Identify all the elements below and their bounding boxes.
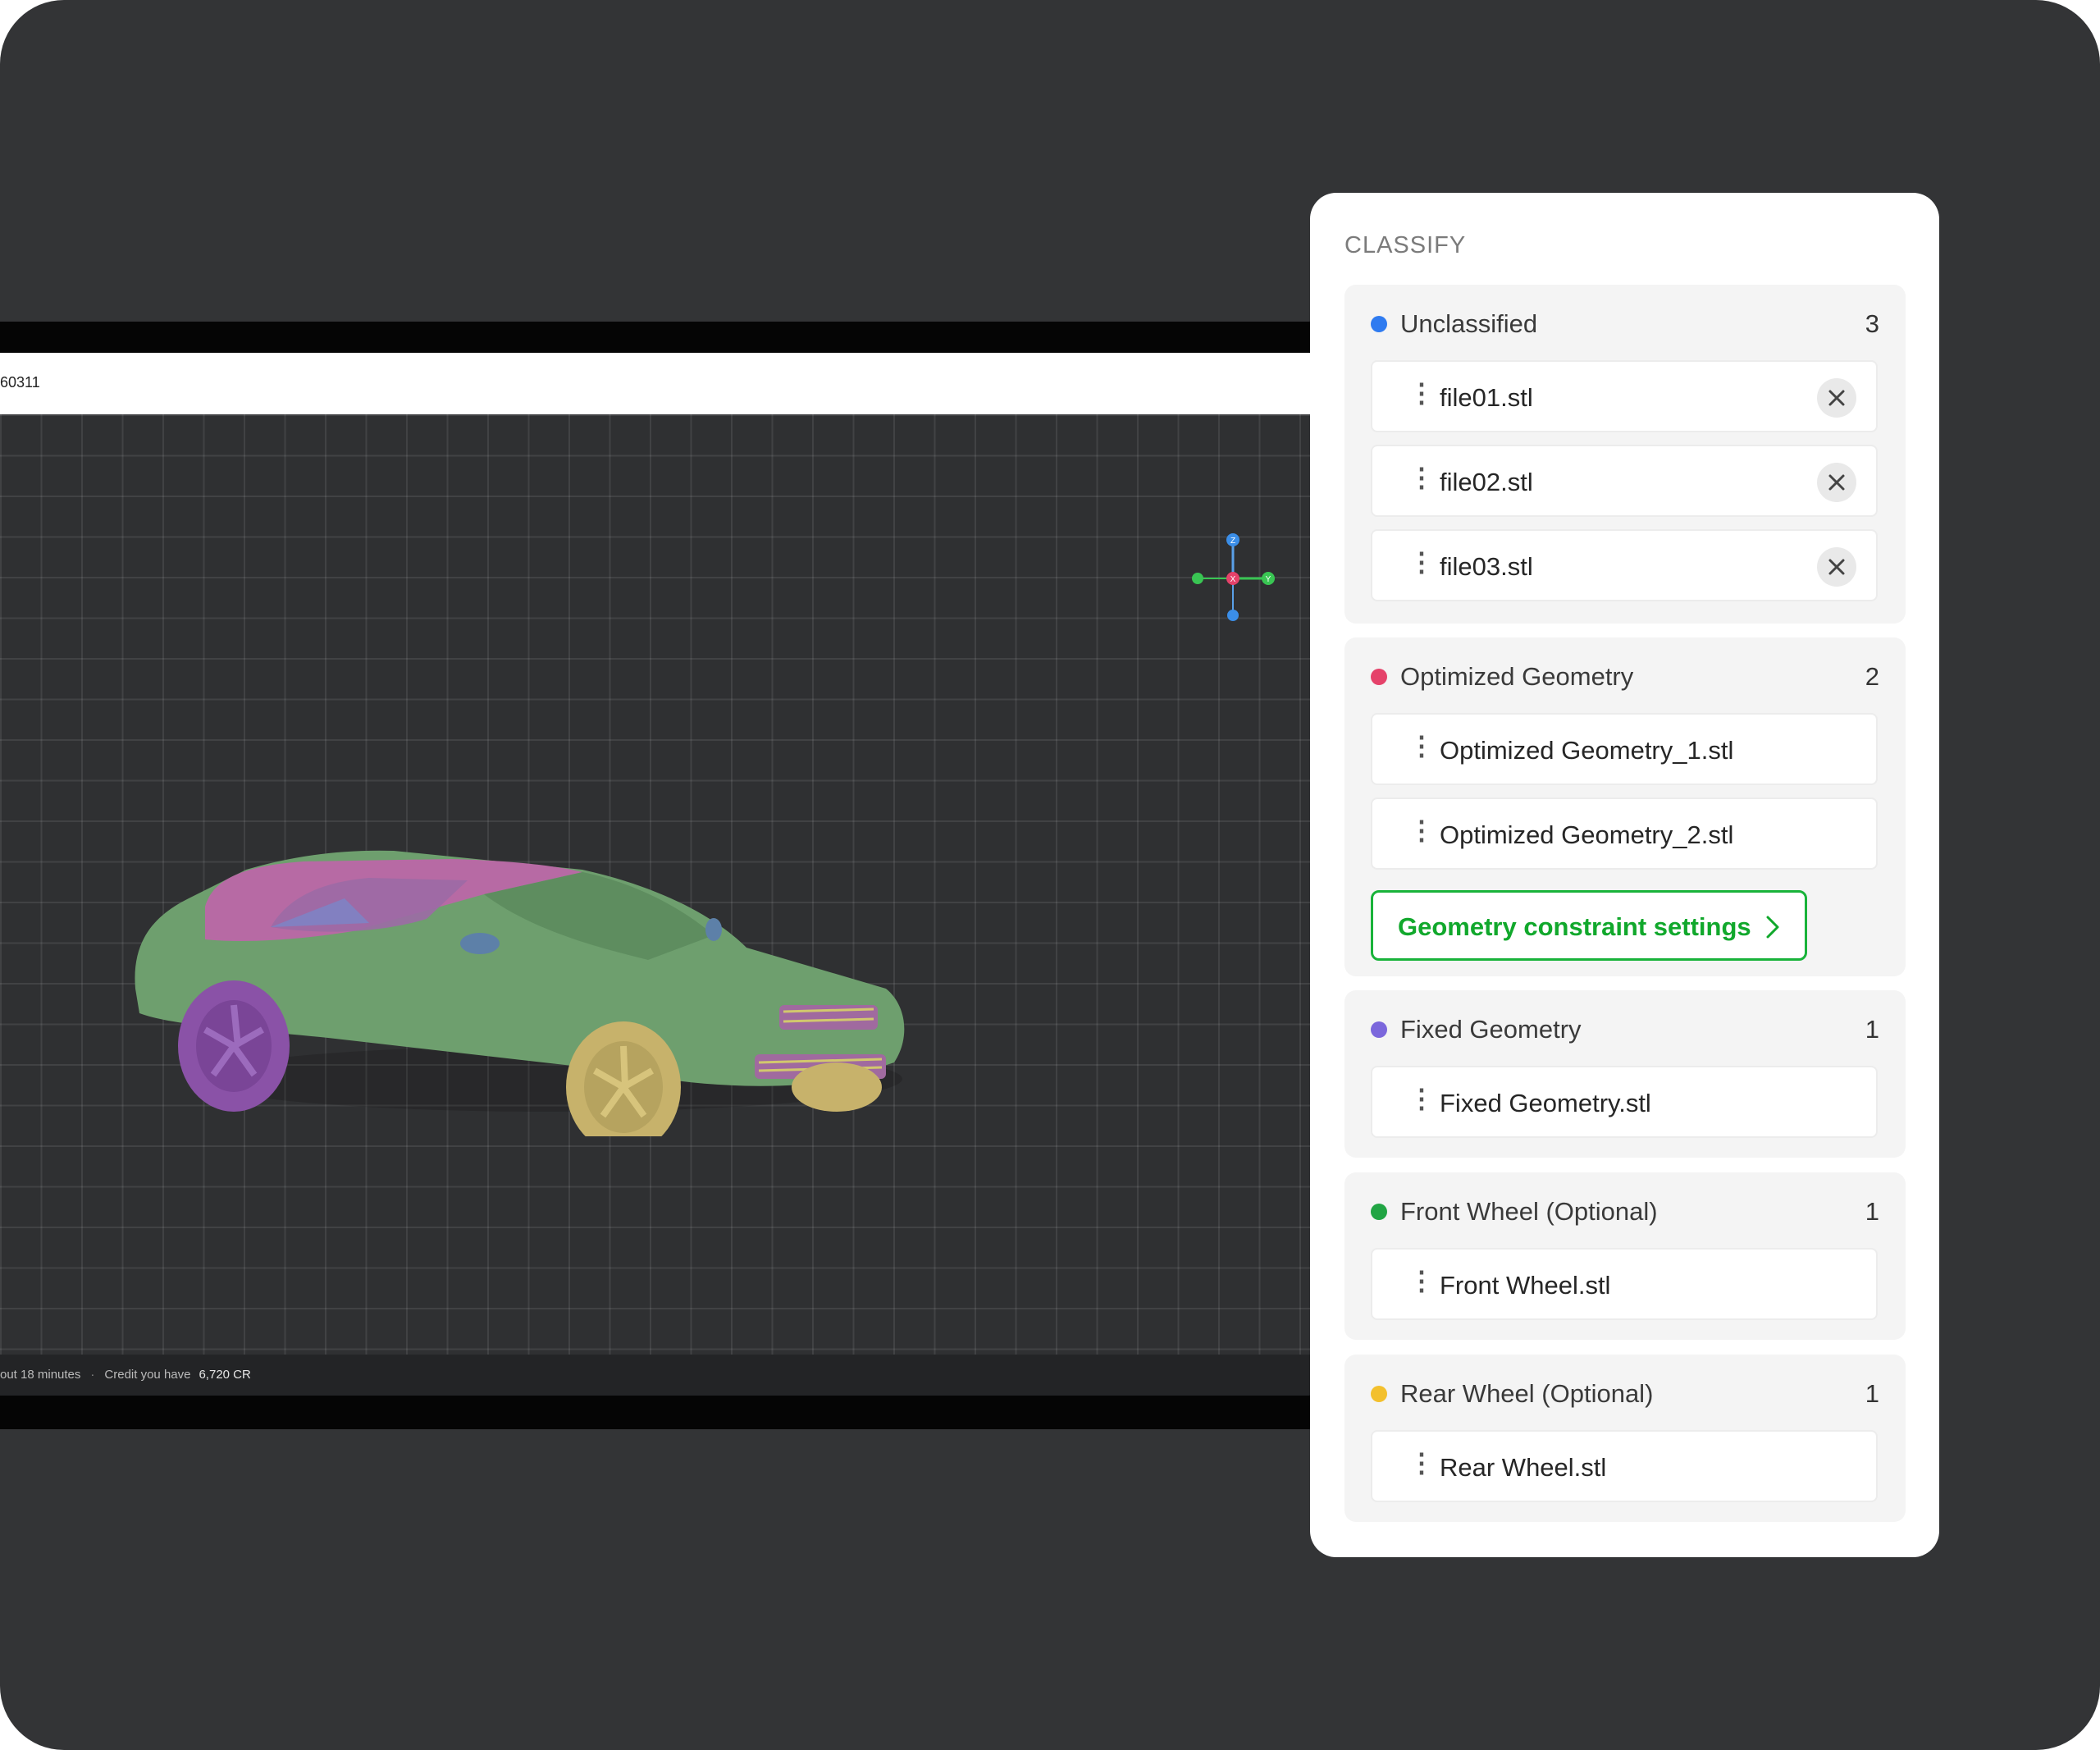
file-name: Front Wheel.stl xyxy=(1440,1271,1611,1300)
file-item[interactable]: ⋮ Optimized Geometry_1.stl xyxy=(1371,713,1878,785)
axis-x-label: X xyxy=(1230,575,1236,584)
geometry-constraint-settings-button[interactable]: Geometry constraint settings xyxy=(1371,890,1807,961)
viewer-statusbar: out 18 minutes · Credit you have 6,720 CR xyxy=(0,1355,1310,1396)
vertical-ellipsis-icon[interactable]: ⋮ xyxy=(1408,1268,1435,1294)
group-name: Fixed Geometry xyxy=(1400,1015,1582,1044)
letterbox-bottom xyxy=(0,1396,1310,1429)
group-rear-wheel: Rear Wheel (Optional) 1 ⋮ Rear Wheel.stl xyxy=(1344,1355,1906,1522)
viewer-topbar: 60311 xyxy=(0,353,1310,414)
chevron-right-icon xyxy=(1766,916,1779,939)
viewer-screenshot: 60311 Z X Y out 18 minutes · Credit you … xyxy=(0,322,1310,1429)
letterbox-top xyxy=(0,322,1310,353)
group-name: Optimized Geometry xyxy=(1400,662,1634,691)
axis-z-label: Z xyxy=(1230,537,1235,546)
group-name: Unclassified xyxy=(1400,309,1538,338)
group-header: Unclassified 3 xyxy=(1371,306,1879,342)
file-item[interactable]: ⋮ Rear Wheel.stl xyxy=(1371,1430,1878,1502)
group-optimized-geometry: Optimized Geometry 2 ⋮ Optimized Geometr… xyxy=(1344,637,1906,976)
status-dot xyxy=(1371,1021,1387,1038)
file-name: file03.stl xyxy=(1440,552,1533,581)
file-item[interactable]: ⋮ file03.stl xyxy=(1371,529,1878,601)
file-name: Fixed Geometry.stl xyxy=(1440,1089,1651,1117)
file-name: file02.stl xyxy=(1440,468,1533,496)
button-label: Geometry constraint settings xyxy=(1398,912,1751,941)
classify-panel: CLASSIFY Unclassified 3 ⋮ file01.stl ⋮ f… xyxy=(1310,193,1939,1557)
group-header: Optimized Geometry 2 xyxy=(1371,659,1879,695)
vertical-ellipsis-icon[interactable]: ⋮ xyxy=(1408,464,1435,491)
file-name: Rear Wheel.stl xyxy=(1440,1453,1607,1482)
file-item[interactable]: ⋮ Front Wheel.stl xyxy=(1371,1248,1878,1320)
group-unclassified: Unclassified 3 ⋮ file01.stl ⋮ file02.stl… xyxy=(1344,285,1906,624)
axis-gizmo[interactable]: Z X Y xyxy=(1188,533,1278,624)
axis-z-neg-handle xyxy=(1227,610,1239,621)
group-count: 3 xyxy=(1865,309,1879,338)
group-count: 2 xyxy=(1865,662,1879,691)
file-name: Optimized Geometry_1.stl xyxy=(1440,736,1734,765)
vertical-ellipsis-icon[interactable]: ⋮ xyxy=(1408,380,1435,406)
vertical-ellipsis-icon[interactable]: ⋮ xyxy=(1408,549,1435,575)
axis-y-label: Y xyxy=(1266,575,1271,584)
vertical-ellipsis-icon[interactable]: ⋮ xyxy=(1408,817,1435,843)
group-fixed-geometry: Fixed Geometry 1 ⋮ Fixed Geometry.stl xyxy=(1344,990,1906,1158)
background-frame: 60311 Z X Y out 18 minutes · Credit you … xyxy=(0,0,2100,1750)
status-text: out 18 minutes · Credit you have 6,720 CR xyxy=(0,1368,251,1382)
credit-value: 6,720 CR xyxy=(199,1368,251,1382)
close-icon[interactable] xyxy=(1817,463,1856,502)
group-count: 1 xyxy=(1865,1015,1879,1044)
group-name: Rear Wheel (Optional) xyxy=(1400,1379,1654,1408)
project-id: 60311 xyxy=(0,374,40,391)
status-dot xyxy=(1371,1386,1387,1402)
vertical-ellipsis-icon[interactable]: ⋮ xyxy=(1408,1450,1435,1476)
group-count: 1 xyxy=(1865,1379,1879,1408)
file-item[interactable]: ⋮ Optimized Geometry_2.stl xyxy=(1371,797,1878,870)
vertical-ellipsis-icon[interactable]: ⋮ xyxy=(1408,733,1435,759)
file-name: Optimized Geometry_2.stl xyxy=(1440,820,1734,849)
group-name: Front Wheel (Optional) xyxy=(1400,1197,1658,1226)
car-model[interactable] xyxy=(123,742,927,1136)
group-header: Rear Wheel (Optional) 1 xyxy=(1371,1376,1879,1412)
file-item[interactable]: ⋮ file01.stl xyxy=(1371,360,1878,432)
group-count: 1 xyxy=(1865,1197,1879,1226)
status-dot xyxy=(1371,316,1387,332)
status-dot xyxy=(1371,669,1387,685)
file-item[interactable]: ⋮ file02.stl xyxy=(1371,445,1878,517)
3d-viewport[interactable]: Z X Y xyxy=(0,414,1310,1355)
group-header: Fixed Geometry 1 xyxy=(1371,1012,1879,1048)
file-name: file01.stl xyxy=(1440,383,1533,412)
status-dot xyxy=(1371,1204,1387,1220)
close-icon[interactable] xyxy=(1817,547,1856,587)
group-front-wheel: Front Wheel (Optional) 1 ⋮ Front Wheel.s… xyxy=(1344,1172,1906,1340)
panel-title: CLASSIFY xyxy=(1344,232,1467,258)
status-separator: · xyxy=(90,1368,95,1382)
close-icon[interactable] xyxy=(1817,378,1856,418)
status-time: out 18 minutes xyxy=(0,1368,81,1382)
file-item[interactable]: ⋮ Fixed Geometry.stl xyxy=(1371,1066,1878,1138)
axis-y-neg-handle xyxy=(1192,573,1203,584)
group-header: Front Wheel (Optional) 1 xyxy=(1371,1194,1879,1230)
vertical-ellipsis-icon[interactable]: ⋮ xyxy=(1408,1085,1435,1112)
credit-label: Credit you have xyxy=(104,1368,191,1382)
